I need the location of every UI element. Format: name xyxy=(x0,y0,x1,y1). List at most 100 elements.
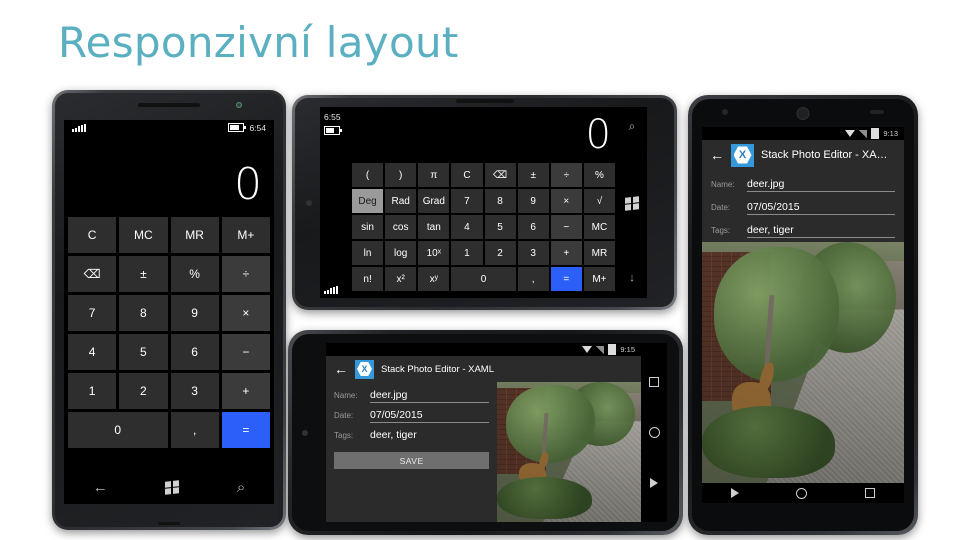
calculator-key[interactable]: ÷ xyxy=(550,163,582,187)
calculator-key[interactable]: 10ˣ xyxy=(418,241,450,265)
calculator-key[interactable]: 2 xyxy=(484,241,516,265)
back-arrow-icon[interactable]: ← xyxy=(93,479,108,496)
calculator-key[interactable]: tan xyxy=(418,215,450,239)
calculator-key[interactable]: 6 xyxy=(517,215,549,239)
date-field[interactable]: 07/05/2015 xyxy=(370,409,490,423)
calculator-key[interactable]: + xyxy=(550,241,582,265)
field-label: Date: xyxy=(334,411,354,420)
signal-bars-icon xyxy=(324,286,350,294)
back-triangle-icon[interactable] xyxy=(730,488,739,498)
calculator-key[interactable]: Rad xyxy=(385,189,417,213)
calculator-key[interactable]: , xyxy=(170,412,219,448)
calculator-key[interactable]: = xyxy=(550,267,582,291)
calculator-key[interactable]: M+ xyxy=(583,267,615,291)
calculator-key[interactable]: 9 xyxy=(517,189,549,213)
back-arrow-icon[interactable]: ← xyxy=(334,362,348,376)
save-button[interactable]: SAVE xyxy=(334,452,490,469)
calculator-key[interactable]: 1 xyxy=(68,373,117,409)
calculator-key[interactable]: M+ xyxy=(221,217,270,253)
calculator-key[interactable]: 9 xyxy=(170,295,219,331)
status-clock: 6:55 xyxy=(324,112,341,122)
calculator-key[interactable]: ⌫ xyxy=(68,256,117,292)
calculator-key[interactable]: MR xyxy=(583,241,615,265)
calculator-key[interactable]: n! xyxy=(352,267,384,291)
calculator-key[interactable]: 7 xyxy=(68,295,117,331)
calculator-key[interactable]: 0 xyxy=(451,267,516,291)
calculator-key[interactable]: − xyxy=(221,334,270,370)
calculator-key[interactable]: ln xyxy=(352,241,384,265)
calculator-key[interactable]: 4 xyxy=(68,334,117,370)
calculator-key[interactable]: = xyxy=(221,412,270,448)
tags-field[interactable]: deer, tiger xyxy=(370,429,489,442)
calculator-key[interactable]: ⌫ xyxy=(484,163,516,187)
windows-logo-icon[interactable] xyxy=(165,479,180,495)
photo-preview[interactable] xyxy=(497,382,641,522)
signal-bars-icon xyxy=(72,123,86,132)
calculator-key[interactable]: × xyxy=(550,189,582,213)
calculator-key[interactable]: % xyxy=(583,163,615,187)
down-arrow-icon[interactable]: ↓ xyxy=(629,272,635,284)
calculator-key[interactable]: Grad xyxy=(418,189,450,213)
calculator-key[interactable]: % xyxy=(170,256,219,292)
calculator-key[interactable]: 2 xyxy=(119,373,168,409)
calculator-key[interactable]: MC xyxy=(583,215,615,239)
calculator-key[interactable]: MR xyxy=(170,217,219,253)
back-triangle-icon[interactable] xyxy=(650,478,658,488)
search-icon[interactable]: ⌕ xyxy=(237,479,245,496)
calculator-key[interactable]: xʸ xyxy=(418,267,450,291)
calculator-display: 0 xyxy=(585,112,611,158)
calculator-key[interactable]: + xyxy=(221,373,270,409)
calculator-key[interactable]: ( xyxy=(352,163,384,187)
calculator-key[interactable]: Deg xyxy=(352,189,384,213)
slide-canvas: Responzivní layout 6:54 0 C MC MR M+ ⌫ ±% ÷ 7 8 9… xyxy=(0,0,960,540)
calculator-key[interactable]: , xyxy=(517,267,549,291)
status-bar-vertical: 6:55 xyxy=(320,107,350,298)
tags-field[interactable]: deer, tiger xyxy=(747,224,895,238)
back-arrow-icon[interactable]: ← xyxy=(710,148,724,162)
calculator-key[interactable]: π xyxy=(418,163,450,187)
calculator-key[interactable]: 8 xyxy=(484,189,516,213)
photo-shading xyxy=(497,382,641,522)
home-circle-icon[interactable] xyxy=(648,427,660,438)
calculator-key[interactable]: 8 xyxy=(119,295,168,331)
calculator-key[interactable]: 0 xyxy=(68,412,168,448)
calculator-key[interactable]: 5 xyxy=(119,334,168,370)
recents-square-icon[interactable] xyxy=(865,488,876,498)
wifi-icon xyxy=(582,346,593,353)
calculator-key[interactable]: 3 xyxy=(517,241,549,265)
calculator-key[interactable]: 1 xyxy=(451,241,483,265)
search-icon[interactable]: ⌕ xyxy=(629,119,636,134)
calculator-key[interactable]: C xyxy=(451,163,483,187)
calculator-key[interactable]: cos xyxy=(385,215,417,239)
status-clock: 9:13 xyxy=(883,129,898,138)
recents-square-icon[interactable] xyxy=(649,377,659,387)
calculator-key[interactable]: C xyxy=(68,217,117,253)
calculator-key[interactable]: 3 xyxy=(170,373,219,409)
calculator-key[interactable]: 4 xyxy=(451,215,483,239)
photo-preview[interactable] xyxy=(702,242,904,483)
calculator-key[interactable]: sin xyxy=(352,215,384,239)
calculator-key[interactable]: 7 xyxy=(451,189,483,213)
calculator-key[interactable]: x² xyxy=(385,267,417,291)
app-bar: ← X Stack Photo Editor - XA… xyxy=(702,140,904,170)
calculator-key[interactable]: ) xyxy=(385,163,417,187)
phone-screen: 6:55 0 () π C ⌫ ± ÷% Deg Rad Grad 7 8 9 × √ sin cos tan 4… xyxy=(320,107,647,298)
calculator-key[interactable]: ÷ xyxy=(221,256,270,292)
calculator-key[interactable]: ± xyxy=(119,256,168,292)
status-clock: 9:15 xyxy=(620,345,635,354)
name-field[interactable]: deer.jpg xyxy=(370,389,490,403)
calculator-key[interactable]: 6 xyxy=(170,334,219,370)
calculator-key[interactable]: ± xyxy=(517,163,549,187)
home-circle-icon[interactable] xyxy=(796,487,808,499)
windows-logo-icon[interactable] xyxy=(625,195,639,211)
calculator-key[interactable]: − xyxy=(550,215,582,239)
calculator-key[interactable]: log xyxy=(385,241,417,265)
calculator-key[interactable]: 5 xyxy=(484,215,516,239)
calculator-key[interactable]: √ xyxy=(583,189,615,213)
date-field[interactable]: 07/05/2015 xyxy=(747,201,895,215)
calculator-key[interactable]: MC xyxy=(119,217,168,253)
name-field[interactable]: deer.jpg xyxy=(747,178,895,192)
earpiece-speaker-icon xyxy=(796,107,810,120)
calculator-key[interactable]: × xyxy=(221,295,270,331)
device-windows-phone-landscape: 6:55 0 () π C ⌫ ± ÷% Deg Rad Grad 7 8 9 × √ sin cos tan 4… xyxy=(292,95,677,310)
